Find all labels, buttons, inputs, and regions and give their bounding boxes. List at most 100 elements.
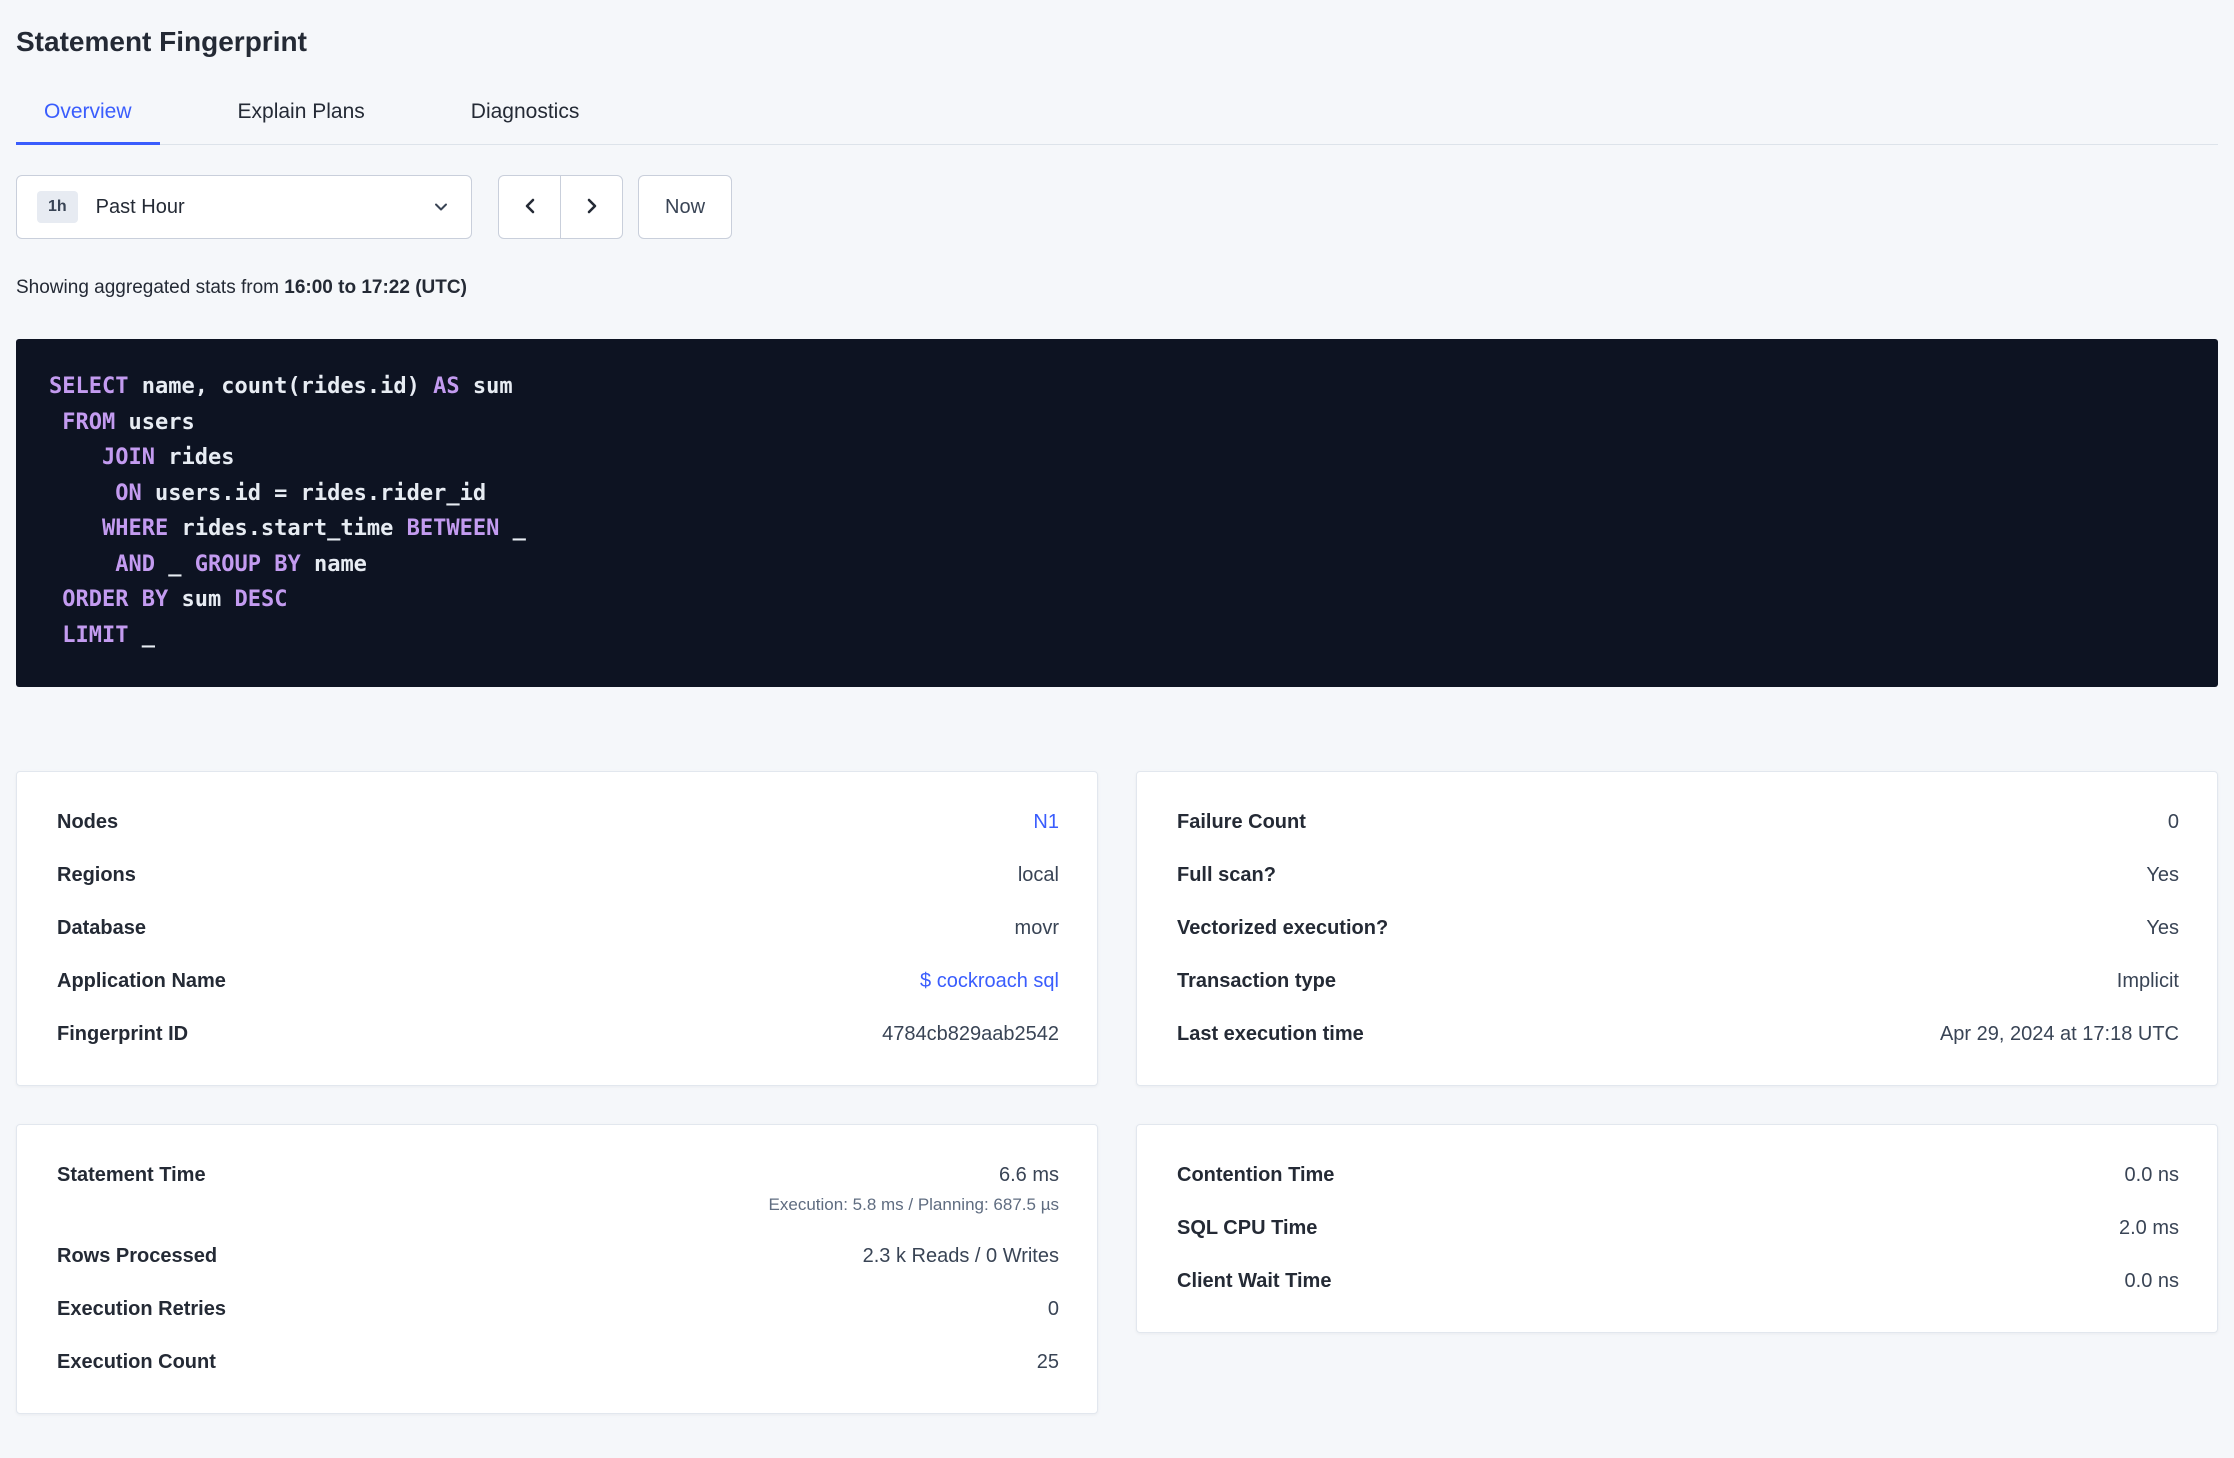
stat-value: Yes <box>2146 917 2179 939</box>
stat-value-wrap: local <box>1018 864 1059 887</box>
stat-label: Contention Time <box>1177 1164 1335 1186</box>
stat-value: 4784cb829aab2542 <box>882 1023 1059 1045</box>
stat-row: Transaction type Implicit <box>1177 955 2179 1008</box>
stat-value: 0 <box>2167 811 2179 833</box>
stat-label: Execution Count <box>57 1351 216 1373</box>
stat-label: Application Name <box>57 970 226 992</box>
stat-value: 2.0 ms <box>2118 1217 2179 1239</box>
stat-label: Last execution time <box>1177 1023 1364 1045</box>
stat-row: Full scan? Yes <box>1177 849 2179 902</box>
stat-row: Statement Time 6.6 ms Execution: 5.8 ms / … <box>57 1149 1059 1230</box>
stat-row: Regions local <box>57 849 1059 902</box>
stat-value-wrap: 25 <box>1037 1351 1059 1374</box>
stat-row: Client Wait Time 0.0 ns <box>1177 1255 2179 1308</box>
next-range-button[interactable] <box>560 175 623 239</box>
aggregated-stats-line: Showing aggregated stats from 16:00 to 1… <box>16 277 2218 299</box>
chevron-down-icon <box>431 197 451 217</box>
time-range-dropdown[interactable]: 1h Past Hour <box>16 175 472 239</box>
statement-fingerprint-page: Statement Fingerprint Overview Explain P… <box>0 0 2234 1414</box>
card-wait-times: Contention Time 0.0 ns SQL CPU Time 2.0 ms C… <box>1136 1124 2218 1333</box>
stat-label: Failure Count <box>1177 811 1306 833</box>
time-toolbar: 1h Past Hour Now <box>16 175 2218 239</box>
stats-line-prefix: Showing aggregated stats from <box>16 277 285 298</box>
sql-line: JOIN rides <box>101 445 235 470</box>
stat-value-wrap: 2.3 k Reads / 0 Writes <box>863 1245 1059 1268</box>
stat-row: Vectorized execution? Yes <box>1177 902 2179 955</box>
sql-line: ON users.id = rides.rider_id <box>115 480 487 506</box>
summary-cards: Nodes N1 Regions local Database movr Applicati… <box>16 771 2218 1414</box>
stat-value-wrap: Implicit <box>2117 970 2179 993</box>
stat-row: Failure Count 0 <box>1177 796 2179 849</box>
stat-value-wrap: 0 <box>2168 811 2179 834</box>
stat-label: Execution Retries <box>57 1298 226 1320</box>
tab-bar: Overview Explain Plans Diagnostics <box>16 100 2218 145</box>
stat-value-link[interactable]: N1 <box>1033 811 1059 833</box>
stat-value: Apr 29, 2024 at 17:18 UTC <box>1939 1023 2179 1045</box>
sql-code: SELECT name, count(rides.id) AS sum FROM… <box>49 369 2188 653</box>
stat-row: Database movr <box>57 902 1059 955</box>
sql-line: ORDER BY sum DESC <box>62 587 288 612</box>
stat-row: Contention Time 0.0 ns <box>1177 1149 2179 1202</box>
stat-label: Fingerprint ID <box>57 1023 189 1045</box>
card-overview-details: Nodes N1 Regions local Database movr Applicati… <box>16 771 1098 1086</box>
stat-label: Full scan? <box>1177 864 1276 886</box>
sql-line: AND _ GROUP BY name <box>115 551 367 577</box>
stat-value-wrap: 0.0 ns <box>2125 1270 2179 1293</box>
stat-value: Implicit <box>2116 970 2179 992</box>
tab-diagnostics[interactable]: Diagnostics <box>443 100 608 144</box>
stat-value-wrap: 0.0 ns <box>2125 1164 2179 1187</box>
stat-row: Application Name $ cockroach sql <box>57 955 1059 1008</box>
stat-label: Transaction type <box>1177 970 1336 992</box>
stat-label: SQL CPU Time <box>1177 1217 1318 1239</box>
stat-label: Database <box>57 917 146 939</box>
sql-line: SELECT name, count(rides.id) AS sum <box>49 374 513 399</box>
stat-value-link[interactable]: $ cockroach sql <box>920 970 1059 992</box>
stat-label: Rows Processed <box>57 1245 218 1267</box>
previous-range-button[interactable] <box>498 175 561 239</box>
stat-label: Vectorized execution? <box>1177 917 1389 939</box>
stat-value-wrap: 0 <box>1048 1298 1059 1321</box>
stat-value: 25 <box>1036 1351 1059 1373</box>
stat-value: local <box>1017 864 1059 886</box>
stat-row: Fingerprint ID 4784cb829aab2542 <box>57 1008 1059 1061</box>
stat-row: Execution Retries 0 <box>57 1283 1059 1336</box>
stat-value-wrap: Yes <box>2146 864 2179 887</box>
stat-row: Execution Count 25 <box>57 1336 1059 1389</box>
stat-value: 6.6 ms <box>998 1164 1059 1186</box>
chevron-left-icon <box>518 194 542 221</box>
stat-value-wrap: Yes <box>2146 917 2179 940</box>
stat-row: Rows Processed 2.3 k Reads / 0 Writes <box>57 1230 1059 1283</box>
page-title: Statement Fingerprint <box>16 26 307 57</box>
card-statement-times: Statement Time 6.6 ms Execution: 5.8 ms / … <box>16 1124 1098 1414</box>
stat-label: Client Wait Time <box>1177 1270 1332 1292</box>
now-button[interactable]: Now <box>638 175 733 239</box>
sql-line: LIMIT _ <box>62 622 155 648</box>
stat-value: 0 <box>1047 1298 1059 1320</box>
chevron-right-icon <box>580 194 604 221</box>
stat-value: 0.0 ns <box>2124 1164 2179 1186</box>
card-execution-attributes: Failure Count 0 Full scan? Yes Vectorized ex… <box>1136 771 2218 1086</box>
sql-line: FROM users <box>62 409 195 435</box>
sql-line: WHERE rides.start_time BETWEEN _ <box>101 516 526 541</box>
stat-value-wrap: 2.0 ms <box>2119 1217 2179 1240</box>
stat-value-wrap: $ cockroach sql <box>920 970 1059 993</box>
stat-label: Nodes <box>57 811 119 833</box>
stat-value: Yes <box>2146 864 2179 886</box>
stat-value: 2.3 k Reads / 0 Writes <box>862 1245 1059 1267</box>
stat-value-wrap: 4784cb829aab2542 <box>882 1023 1059 1046</box>
tab-overview[interactable]: Overview <box>16 100 160 145</box>
stat-value-wrap: 6.6 ms Execution: 5.8 ms / Planning: 687.… <box>769 1164 1059 1215</box>
time-range-badge: 1h <box>37 191 78 223</box>
stat-row: Last execution time Apr 29, 2024 at 17:18… <box>1177 1008 2179 1061</box>
stat-value-wrap: N1 <box>1033 811 1059 834</box>
stat-value-wrap: Apr 29, 2024 at 17:18 UTC <box>1940 1023 2179 1046</box>
stat-value: 0.0 ns <box>2124 1270 2179 1292</box>
tab-explain-plans[interactable]: Explain Plans <box>210 100 393 144</box>
stat-value: movr <box>1014 917 1059 939</box>
sql-statement-box: SELECT name, count(rides.id) AS sum FROM… <box>16 339 2218 687</box>
time-range-label: Past Hour <box>95 195 185 218</box>
stat-row: Nodes N1 <box>57 796 1059 849</box>
stat-subtext: Execution: 5.8 ms / Planning: 687.5 µs <box>768 1195 1059 1214</box>
stat-row: SQL CPU Time 2.0 ms <box>1177 1202 2179 1255</box>
stat-value-wrap: movr <box>1015 917 1059 940</box>
